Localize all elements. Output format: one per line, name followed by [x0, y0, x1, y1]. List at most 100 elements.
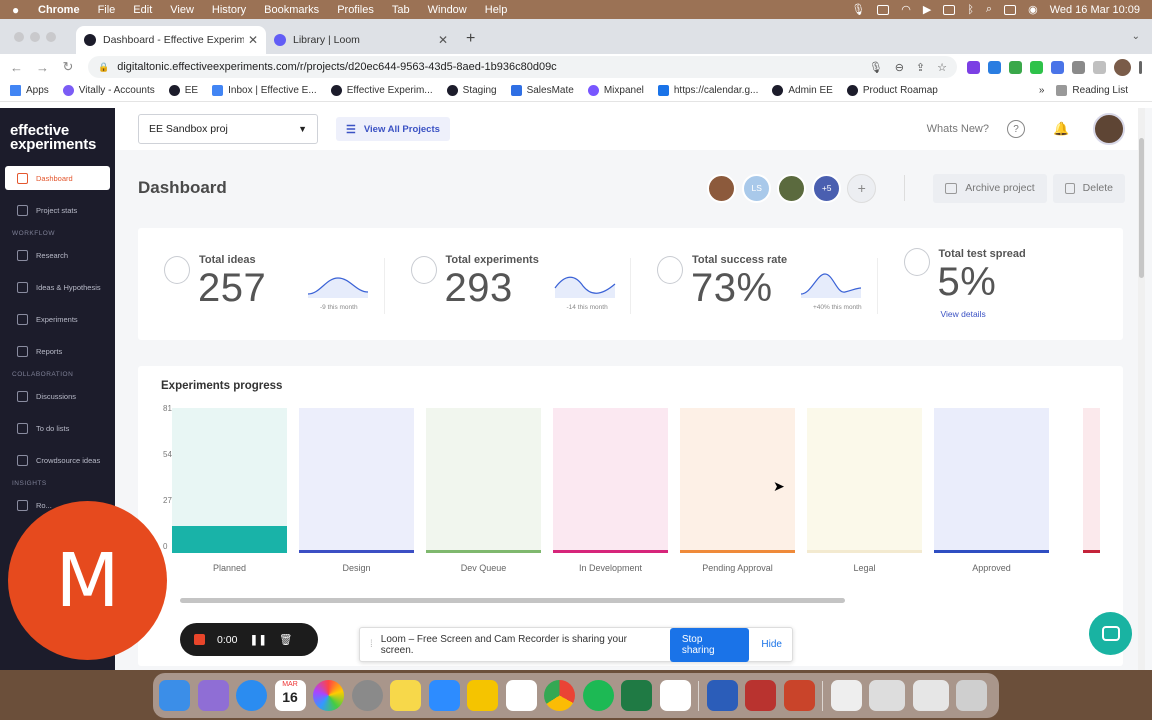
trash-icon[interactable] [956, 680, 987, 711]
zoom-app-icon[interactable] [428, 680, 460, 711]
address-bar[interactable]: 🔒 digitaltonic.effectiveexperiments.com/… [88, 56, 957, 78]
menu-edit[interactable]: Edit [133, 4, 152, 16]
extension-icon[interactable] [967, 60, 980, 74]
bookmark-item[interactable]: Admin EE [772, 85, 833, 96]
progress-bar[interactable] [172, 526, 287, 553]
stop-sharing-button[interactable]: Stop sharing [669, 627, 750, 662]
menu-view[interactable]: View [170, 4, 194, 16]
bell-icon[interactable]: 🔔 [1053, 121, 1069, 137]
sidebar-item-project-stats[interactable]: Project stats [5, 198, 110, 222]
sidebar-item-crowdsource[interactable]: Crowdsource ideas [5, 448, 110, 472]
member-avatar[interactable] [777, 173, 807, 203]
menu-help[interactable]: Help [485, 4, 508, 16]
siri-icon[interactable]: ◉ [1028, 3, 1038, 16]
close-tab-icon[interactable]: ✕ [248, 33, 258, 47]
microphone-icon[interactable]: 🎙 [851, 3, 865, 16]
sidebar-item-experiments[interactable]: Experiments [5, 307, 110, 331]
wifi-icon[interactable]: ◠ [901, 3, 911, 16]
control-center-icon[interactable] [1004, 4, 1017, 15]
vertical-scrollbar[interactable] [1138, 108, 1145, 670]
bookmark-star-icon[interactable]: ☆ [937, 61, 947, 74]
calendar-icon[interactable]: MAR 16 [274, 680, 306, 711]
share-icon[interactable]: ⇪ [916, 61, 925, 74]
menu-profiles[interactable]: Profiles [337, 4, 374, 16]
reading-list-button[interactable]: Reading List [1056, 85, 1128, 96]
menu-tab[interactable]: Tab [392, 4, 410, 16]
microphone-icon[interactable]: 🎙 [869, 61, 883, 74]
bookmark-item[interactable]: Effective Experim... [330, 85, 433, 96]
pdf-file-icon[interactable] [830, 680, 862, 711]
spotify-icon[interactable] [582, 680, 614, 711]
bookmark-item[interactable]: Mixpanel [587, 85, 644, 96]
zoom-window-button[interactable] [46, 32, 56, 42]
url-text[interactable]: digitaltonic.effectiveexperiments.com/r/… [117, 61, 556, 73]
chrome-icon[interactable] [544, 680, 575, 711]
menubar-clock[interactable]: Wed 16 Mar 10:09 [1050, 4, 1140, 16]
project-select[interactable]: EE Sandbox proj ▼ [138, 114, 318, 144]
loom-camera-bubble[interactable]: M [8, 501, 167, 660]
new-tab-button[interactable]: + [456, 30, 475, 54]
minimize-window-button[interactable] [30, 32, 40, 42]
bookmark-item[interactable]: Inbox | Effective E... [212, 85, 317, 96]
tab-loom[interactable]: Library | Loom ✕ [266, 26, 456, 54]
extension-icon[interactable] [1030, 60, 1043, 74]
close-tab-icon[interactable]: ✕ [438, 33, 448, 47]
drag-handle-icon[interactable]: ⁞ [370, 639, 373, 650]
menu-history[interactable]: History [212, 4, 246, 16]
close-window-button[interactable] [14, 32, 24, 42]
downloads-stack-icon[interactable] [912, 680, 949, 711]
powerpoint-icon[interactable] [783, 680, 815, 711]
user-avatar[interactable] [1093, 113, 1125, 145]
view-all-projects-button[interactable]: ☰ View All Projects [336, 117, 450, 141]
lock-icon[interactable]: 🔒 [98, 62, 109, 73]
battery-icon[interactable] [943, 4, 956, 15]
photos-icon[interactable] [313, 680, 344, 711]
menu-window[interactable]: Window [428, 4, 467, 16]
reload-icon[interactable]: ↻ [62, 59, 74, 75]
forward-icon[interactable]: → [36, 60, 49, 75]
finder-icon[interactable] [159, 680, 190, 711]
help-icon[interactable]: ? [1007, 120, 1025, 138]
system-preferences-icon[interactable] [351, 680, 383, 711]
back-icon[interactable]: ← [10, 60, 23, 75]
menu-file[interactable]: File [98, 4, 116, 16]
horizontal-scrollbar[interactable] [180, 598, 845, 603]
add-member-button[interactable]: + [847, 173, 877, 203]
bookmark-item[interactable]: SalesMate [510, 85, 574, 96]
clickup-icon[interactable] [659, 680, 691, 711]
bookmark-item[interactable]: Apps [10, 85, 49, 96]
profile-avatar[interactable] [1114, 58, 1131, 76]
pause-icon[interactable]: ❚❚ [249, 634, 267, 646]
bookmark-item[interactable]: Staging [446, 85, 497, 96]
member-avatar[interactable]: LS [742, 173, 772, 203]
puzzle-icon[interactable] [1072, 60, 1085, 74]
launchpad-icon[interactable] [197, 680, 229, 711]
safari-icon[interactable] [236, 680, 267, 711]
sidebar-item-discussions[interactable]: Discussions [5, 384, 110, 408]
tab-search-chevron-icon[interactable]: ⌄ [1132, 31, 1140, 42]
trash-icon[interactable]: 🗑 [279, 633, 292, 646]
delete-button[interactable]: Delete [1052, 173, 1125, 203]
more-members-badge[interactable]: +5 [812, 173, 842, 203]
kebab-menu-icon[interactable] [1139, 60, 1142, 74]
spotlight-icon[interactable]: ⌕ [986, 3, 992, 16]
sidebar-item-ideas[interactable]: Ideas & Hypothesis [5, 275, 110, 299]
word-icon[interactable] [706, 680, 738, 711]
sidebar-item-dashboard[interactable]: Dashboard [5, 166, 110, 190]
dictionary-icon[interactable] [745, 680, 776, 711]
app-logo[interactable]: effective experiments [0, 108, 115, 152]
archive-project-button[interactable]: Archive project [933, 173, 1047, 203]
record-icon[interactable] [877, 4, 890, 15]
chat-launcher-button[interactable] [1089, 612, 1132, 655]
sidebar-item-reports[interactable]: Reports [5, 339, 110, 363]
apple-icon[interactable]: ● [12, 4, 24, 16]
bookmark-item[interactable]: Vitally - Accounts [62, 85, 155, 96]
reading-mode-icon[interactable] [1093, 60, 1106, 74]
screenshot-stack-icon[interactable] [869, 680, 905, 711]
view-details-link[interactable]: View details [941, 309, 986, 319]
miro-icon[interactable] [467, 680, 498, 711]
extension-icon[interactable] [1009, 60, 1022, 74]
zoom-icon[interactable]: ⊖ [895, 61, 904, 74]
menu-bookmarks[interactable]: Bookmarks [264, 4, 319, 16]
bookmarks-overflow-button[interactable]: » [1039, 85, 1045, 96]
